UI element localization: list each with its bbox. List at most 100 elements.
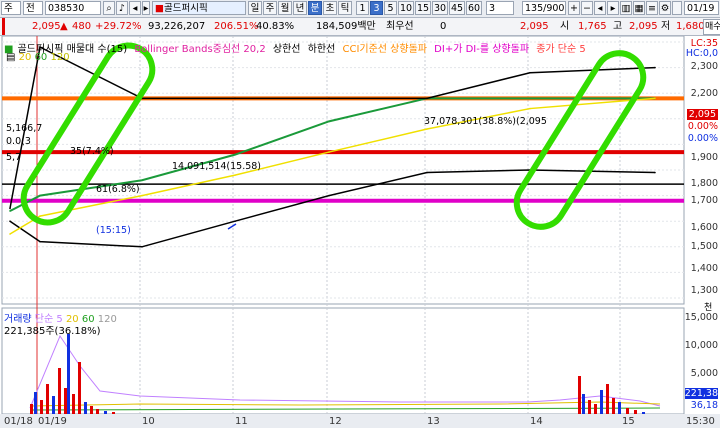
x-axis-bar (0, 414, 720, 428)
interval-5[interactable]: 5 (384, 1, 397, 15)
volume-bar (78, 362, 81, 414)
code-input[interactable]: 038530 (45, 1, 101, 15)
volume-bar (64, 388, 67, 414)
volume-bar (600, 390, 603, 414)
interval-45[interactable]: 45 (449, 1, 465, 15)
search-icon[interactable]: ⌕ (103, 1, 115, 15)
chart-type-icon[interactable]: ▥ (620, 1, 632, 15)
volume-bar (618, 402, 621, 414)
series-point (529, 107, 531, 110)
legend-close-ma[interactable]: 종가 단순 5 (536, 44, 586, 55)
zoom-out-icon[interactable]: − (581, 1, 593, 15)
change-pct: +29.72% (95, 21, 142, 32)
high-price: 2,095 (629, 21, 658, 32)
volume-bar (72, 394, 75, 414)
series-point (9, 207, 11, 210)
series-point (426, 171, 428, 174)
multiplier-select[interactable]: 3 (486, 1, 514, 15)
low-price: 1,680 (676, 21, 705, 32)
volume-bar (58, 368, 61, 414)
volume-bar (634, 410, 637, 414)
volume-unit: 천 (704, 303, 713, 313)
date-input[interactable]: 01/19 (684, 1, 719, 15)
series-point (654, 97, 656, 100)
toolbar: 주 전 038530 ⌕ ♪ ◂ ▸ ■골드퍼시픽 일 주 월 년 분 초 틱 … (0, 0, 720, 18)
series-point (141, 194, 143, 197)
trade-amount: 184,509백만 (316, 21, 376, 32)
volume-axis: 15,000 10,000 5,000 221,38 36,18 (684, 312, 718, 411)
interval-60[interactable]: 60 (466, 1, 482, 15)
current-price: 2,095 (32, 21, 61, 32)
volume-ratio: 206.51% (214, 21, 259, 32)
series-point (234, 153, 236, 156)
volume-bar (612, 398, 615, 414)
volume-bar (84, 402, 87, 414)
period-day[interactable]: 일 (248, 1, 262, 15)
volume-bar (578, 376, 581, 414)
period-second[interactable]: 초 (323, 1, 337, 15)
period-mode-select[interactable]: 전 (23, 1, 43, 15)
interval-15[interactable]: 15 (415, 1, 431, 15)
volume-profile-label-d: 0.0(3 (6, 136, 31, 147)
series-point (9, 233, 11, 235)
open-price: 1,765 (578, 21, 607, 32)
volume-profile-label-a: 5,166,7 (6, 123, 43, 134)
legend-lower[interactable]: 하한선 (308, 44, 336, 55)
series-point (328, 151, 330, 153)
price-axis: LC:35 HC:0,0 2,300 2,200 2,095 0.00% 0.0… (685, 38, 718, 296)
volume-bar (626, 408, 629, 414)
quote-bar: 2,095 ▲ 480 +29.72% 93,226,207 206.51% 4… (0, 18, 720, 36)
next-icon[interactable]: ▸ (142, 1, 150, 15)
legend-di[interactable]: DI+가 DI-를 상향돌파 (434, 44, 529, 55)
volume-bar (642, 412, 645, 414)
scroll-left-icon[interactable]: ◂ (594, 1, 606, 15)
page-count: 135/900 (522, 1, 566, 15)
speaker-icon[interactable]: ♪ (116, 1, 128, 15)
legend-bb[interactable]: Bollinger Bands중심선 20,2 (134, 44, 265, 55)
open-label: 시 (560, 21, 570, 32)
x-label: 15 (622, 416, 635, 427)
volume-bar (582, 394, 585, 414)
buy-button[interactable]: 매수 (703, 19, 720, 35)
interval-3[interactable]: 3 (370, 1, 383, 15)
volume-bar (96, 409, 99, 414)
x-label: 01/19 (38, 416, 67, 427)
volume-profile-label-c: 61(6.8%) (96, 184, 140, 195)
indicator-icon[interactable]: ≡ (646, 1, 658, 15)
series-point (141, 246, 143, 248)
market-select[interactable]: 주 (1, 1, 21, 15)
interval-30[interactable]: 30 (432, 1, 448, 15)
date-checkbox[interactable] (672, 1, 682, 15)
series-point (328, 97, 330, 100)
prev-icon[interactable]: ◂ (129, 1, 141, 15)
scroll-right-icon[interactable]: ▸ (607, 1, 619, 15)
current-price-tag: 2,095 (686, 109, 718, 120)
settings-icon[interactable]: ⚙ (659, 1, 671, 15)
volume-profile-label-e: 35(7.4%) (70, 146, 114, 157)
period-year[interactable]: 년 (293, 1, 307, 15)
period-week[interactable]: 주 (263, 1, 277, 15)
series-point (654, 171, 656, 174)
high-label: 고 (613, 21, 623, 32)
series-point (141, 179, 143, 182)
interval-1[interactable]: 1 (356, 1, 369, 15)
period-month[interactable]: 월 (278, 1, 292, 15)
legend-upper[interactable]: 상한선 (273, 44, 301, 55)
x-label: 15:30 (686, 416, 715, 427)
turnover-pct: 40.83% (256, 21, 295, 32)
series-point (654, 66, 656, 69)
period-tick[interactable]: 틱 (338, 1, 352, 15)
period-minute[interactable]: 분 (308, 1, 322, 15)
zoom-in-icon[interactable]: + (568, 1, 580, 15)
series-point (529, 97, 531, 100)
legend-cci[interactable]: CCI기준선 상향돌파 (342, 44, 427, 55)
stock-name[interactable]: ■골드퍼시픽 (152, 1, 246, 15)
interval-10[interactable]: 10 (398, 1, 414, 15)
calc-icon[interactable]: ▤ (6, 52, 15, 63)
table-icon[interactable]: ▦ (633, 1, 645, 15)
series-point (529, 71, 531, 74)
series-point (234, 220, 236, 222)
change-value: 480 (72, 21, 92, 32)
price-legend: ■ 골드퍼시픽 매물대 수(15) Bollinger Bands중심선 20,2… (4, 40, 590, 55)
volume-profile-label-right: 37,078,301(38.8%)(2,095 (424, 116, 547, 127)
